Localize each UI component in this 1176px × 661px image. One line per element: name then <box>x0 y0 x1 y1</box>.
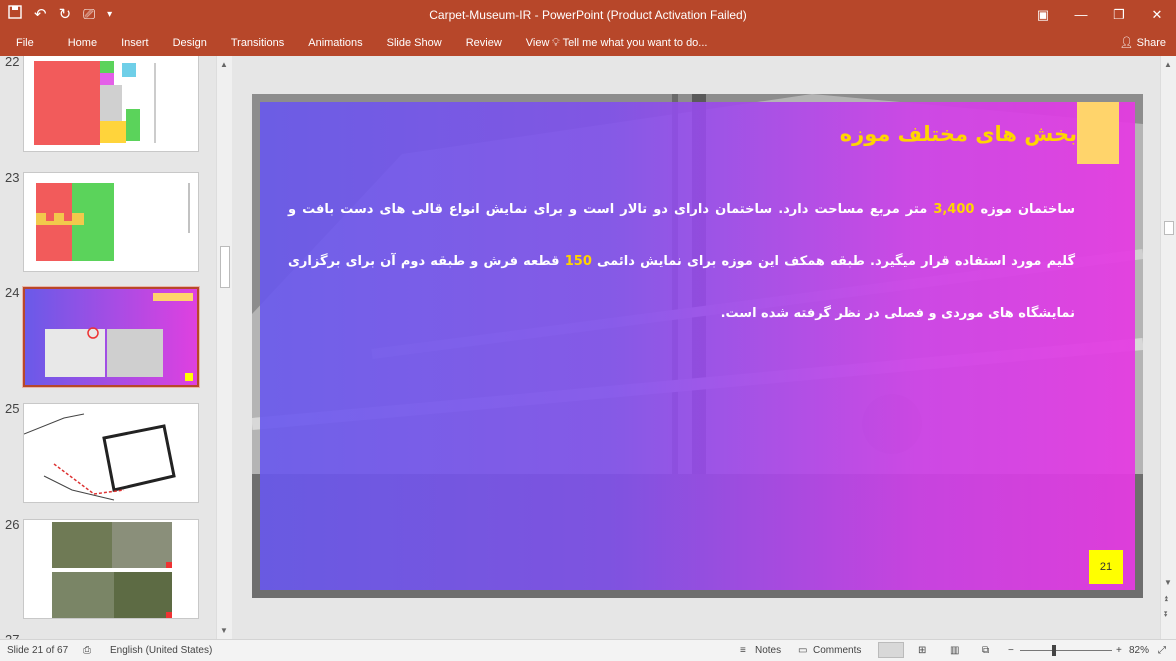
tab-animations[interactable]: Animations <box>296 30 374 56</box>
previous-slide-icon[interactable]: ⏫︎ <box>1164 594 1168 604</box>
tab-transitions[interactable]: Transitions <box>219 30 296 56</box>
slide-thumbnail[interactable] <box>23 519 199 619</box>
slide-body-text[interactable]: ساختمان موزه 3,400 متر مربع مساحت دارد. … <box>288 184 1075 340</box>
thumbnail-number: 27 <box>5 632 19 639</box>
ribbon-tabs: File Home Insert Design Transitions Anim… <box>0 30 561 56</box>
zoom-slider-track[interactable] <box>1020 650 1112 651</box>
thumbnail-number: 25 <box>5 401 20 416</box>
person-icon: 👤︎ <box>1119 37 1134 49</box>
status-bar: Slide 21 of 67 ⎙ English (United States)… <box>0 639 1176 661</box>
document-title: Carpet-Museum-IR - PowerPoint (Product A… <box>429 8 747 22</box>
slideshow-view-icon[interactable]: ⧉ <box>982 645 989 656</box>
comments-icon[interactable]: ▭ <box>798 645 807 656</box>
scroll-up-icon[interactable]: ▲ <box>220 60 228 69</box>
tab-design[interactable]: Design <box>161 30 219 56</box>
thumbnail-number: 26 <box>5 517 20 532</box>
area-number: 3,400 <box>933 202 975 217</box>
tab-insert[interactable]: Insert <box>109 30 161 56</box>
zoom-slider-knob[interactable] <box>1052 645 1056 656</box>
ribbon-display-icon[interactable]: ▣ <box>1024 0 1062 30</box>
spelling-icon[interactable]: ⎙ <box>83 645 91 656</box>
slide-thumbnail[interactable] <box>23 172 199 272</box>
tab-slide-show[interactable]: Slide Show <box>375 30 454 56</box>
normal-view-icon[interactable] <box>878 642 904 658</box>
thumbnail-number: 24 <box>5 285 20 300</box>
scroll-up-icon[interactable]: ▲ <box>1164 60 1172 69</box>
share-label: Share <box>1136 37 1166 49</box>
comments-button[interactable]: Comments <box>813 645 861 656</box>
close-icon[interactable]: ✕ <box>1138 0 1176 30</box>
current-slide[interactable]: بخش های مختلف موزه ساختمان موزه 3,400 مت… <box>252 94 1143 598</box>
tab-home[interactable]: Home <box>56 30 109 56</box>
thumbnail-number: 23 <box>5 170 20 185</box>
minimize-icon[interactable]: — <box>1062 0 1100 30</box>
window-controls: ▣ — ❐ ✕ <box>1024 0 1176 30</box>
thumbnail-scrollbar[interactable]: ▲ ▼ <box>216 56 232 639</box>
gradient-overlay <box>260 102 1135 590</box>
body-text-part: ساختمان موزه <box>974 202 1075 217</box>
slide-title[interactable]: بخش های مختلف موزه <box>840 122 1077 158</box>
slide-scrollbar[interactable]: ▲ ▼ ⏫︎ ⏬︎ <box>1160 56 1176 639</box>
ribbon: File Home Insert Design Transitions Anim… <box>0 30 1176 56</box>
tell-me-box[interactable]: 💡︎ Tell me what you want to do... <box>552 30 707 56</box>
tell-me-text: Tell me what you want to do... <box>562 37 708 49</box>
scroll-down-icon[interactable]: ▼ <box>220 626 228 635</box>
tab-review[interactable]: Review <box>454 30 514 56</box>
zoom-out-icon[interactable]: − <box>1008 645 1014 656</box>
title-accent-block <box>1077 102 1119 164</box>
slide-counter: Slide 21 of 67 <box>7 645 69 656</box>
slide-sorter-icon[interactable]: ⊞ <box>918 645 926 656</box>
notes-icon[interactable]: ≡ <box>740 645 746 656</box>
fit-to-window-icon[interactable]: ⤢ <box>1158 645 1166 656</box>
reading-view-icon[interactable]: ▥ <box>950 645 959 656</box>
tab-file[interactable]: File <box>0 30 56 56</box>
slide-thumbnail[interactable] <box>23 403 199 503</box>
language-indicator[interactable]: English (United States) <box>110 645 212 656</box>
zoom-level[interactable]: 82% <box>1129 645 1149 656</box>
slide-thumbnail[interactable] <box>23 56 199 152</box>
slide-thumbnails-pane: 22 23 24 25 26 ▲ ▼ <box>0 56 232 639</box>
slide-page-number: 21 <box>1089 550 1123 584</box>
scrollbar-thumb[interactable] <box>1164 221 1174 235</box>
scrollbar-thumb[interactable] <box>220 246 230 288</box>
zoom-in-icon[interactable]: + <box>1116 645 1122 656</box>
slide-thumbnail-selected[interactable] <box>22 286 200 388</box>
notes-button[interactable]: Notes <box>755 645 781 656</box>
restore-icon[interactable]: ❐ <box>1100 0 1138 30</box>
slide-editing-area: بخش های مختلف موزه ساختمان موزه 3,400 مت… <box>232 56 1160 639</box>
next-slide-icon[interactable]: ⏬︎ <box>1164 610 1168 620</box>
carpet-count: 150 <box>564 254 592 269</box>
thumbnail-number: 22 <box>5 56 20 69</box>
share-button[interactable]: 👤︎ Share <box>1120 30 1166 56</box>
title-bar: ↶ ↻ ⎚ ▾ Carpet-Museum-IR - PowerPoint (P… <box>0 0 1176 30</box>
scroll-down-icon[interactable]: ▼ <box>1164 578 1172 587</box>
lightbulb-icon: 💡︎ <box>552 37 560 49</box>
